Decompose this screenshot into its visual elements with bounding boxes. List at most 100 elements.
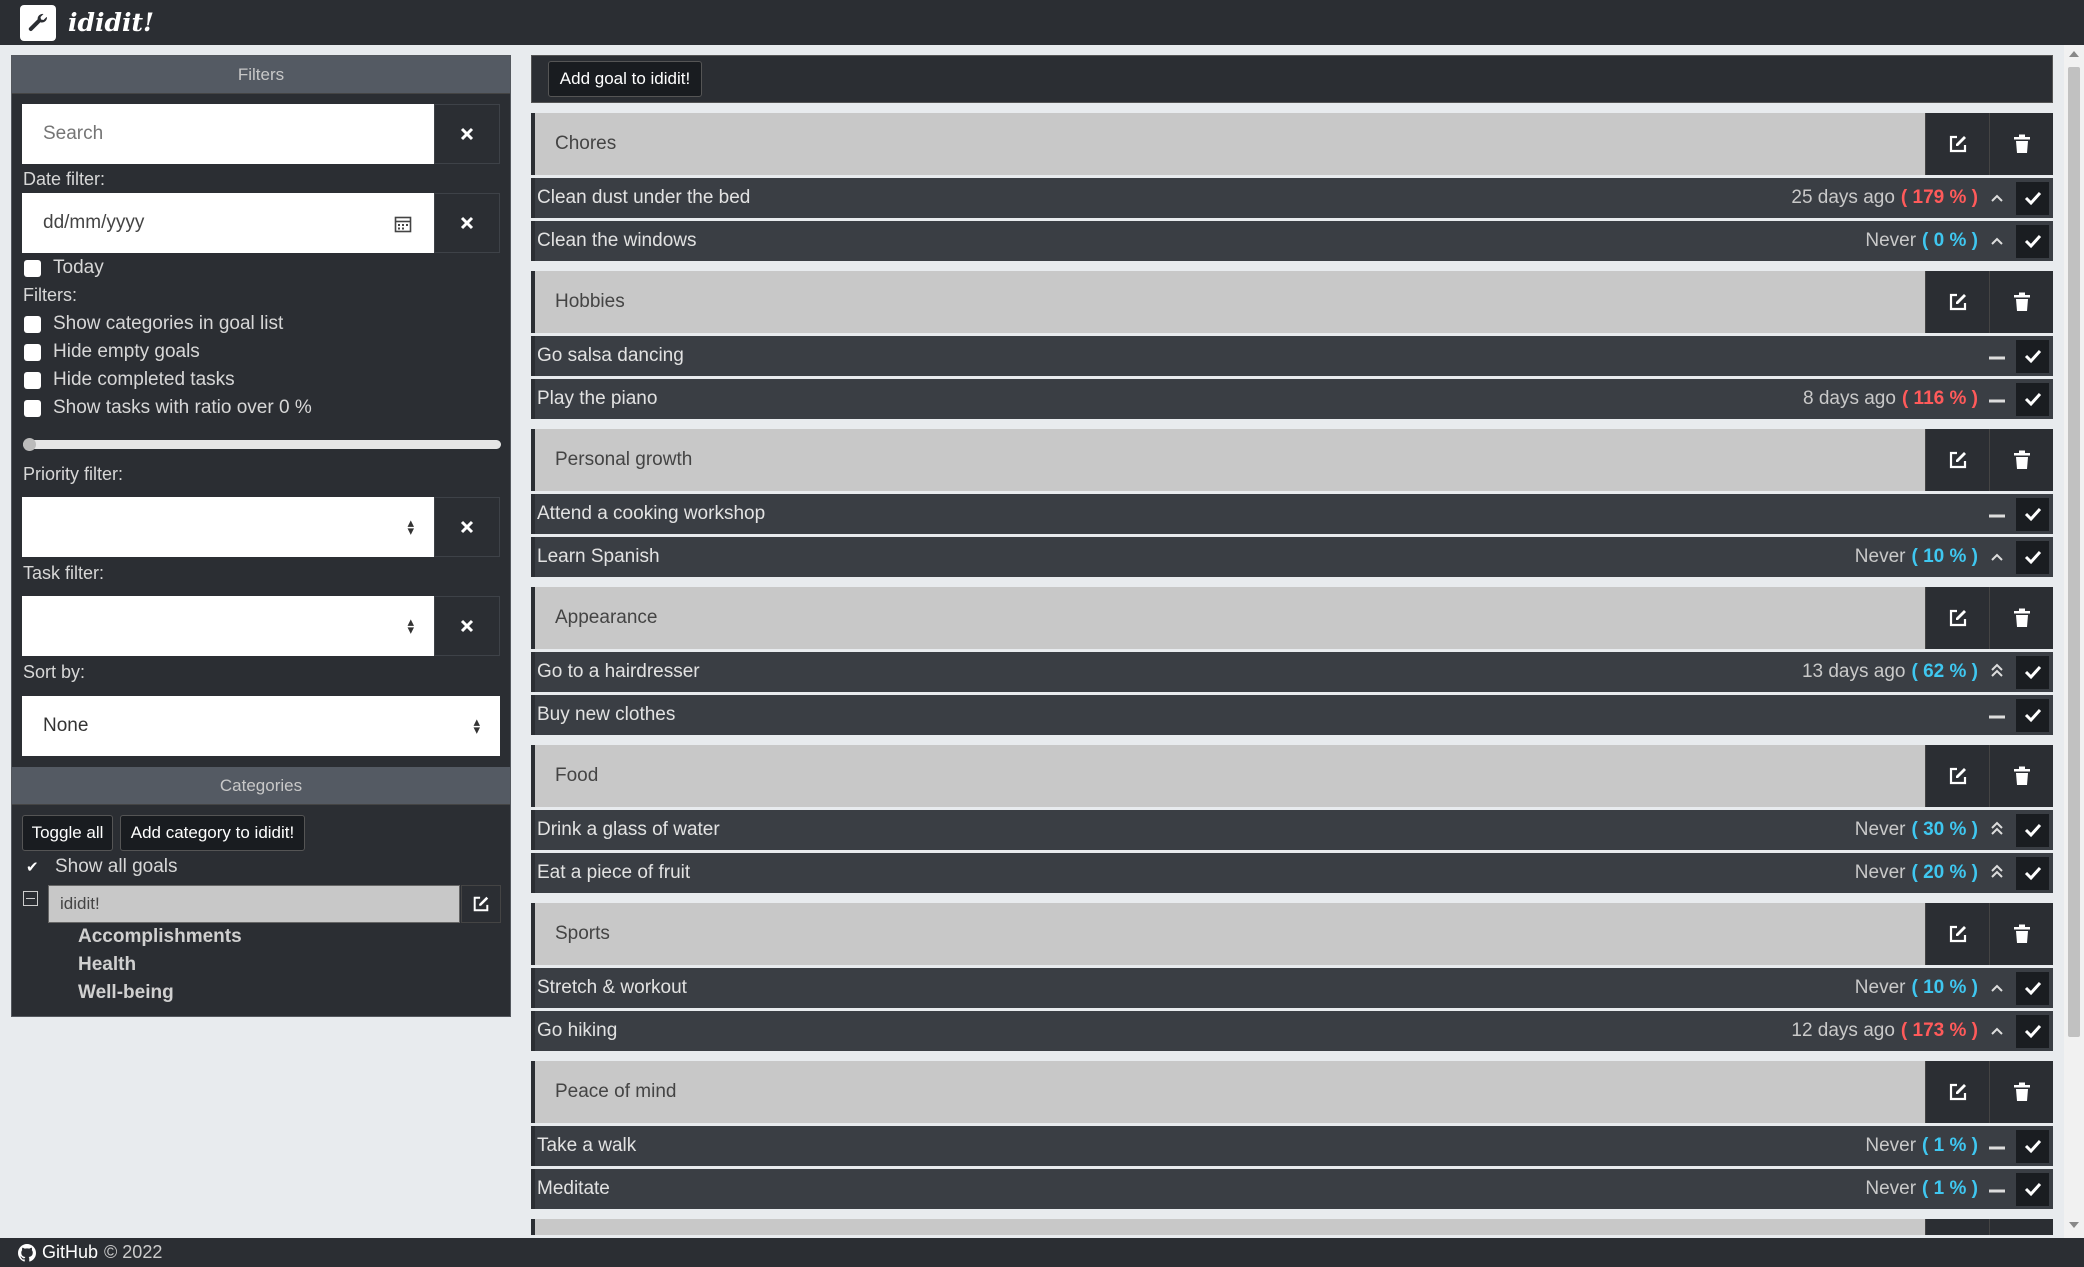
sort-row: None ▴ ▾ <box>22 696 500 756</box>
wrench-icon[interactable] <box>20 4 56 41</box>
delete-category-button[interactable] <box>1989 271 2053 333</box>
goal-name: Stretch & workout <box>537 977 687 998</box>
goal-row[interactable]: Learn Spanish Never( 10 % ) <box>531 537 2053 577</box>
edit-category-button[interactable] <box>1925 271 1989 333</box>
goal-row[interactable]: Go salsa dancing <box>531 336 2053 376</box>
sort-select[interactable]: None ▴ ▾ <box>22 696 500 756</box>
scroll-down-arrow[interactable] <box>2069 1222 2079 1228</box>
checkbox-box[interactable] <box>24 343 41 361</box>
edit-category-button[interactable] <box>1925 113 1989 175</box>
checkbox-box[interactable] <box>24 259 41 277</box>
filter-option-hide-empty[interactable]: Hide empty goals <box>24 341 200 363</box>
task-select[interactable]: ▴ ▾ <box>22 596 434 656</box>
ratio-slider[interactable] <box>23 438 501 451</box>
github-link[interactable]: GitHub <box>42 1242 98 1263</box>
mark-done-button[interactable] <box>2016 971 2049 1005</box>
edit-category-button[interactable] <box>1925 903 1989 965</box>
category-root-input[interactable]: ididit! <box>48 885 460 923</box>
delete-category-button[interactable] <box>1989 587 2053 649</box>
calendar-icon[interactable] <box>394 215 412 233</box>
category-header: Hobbies <box>531 271 2053 333</box>
category-item-accomplishments[interactable]: Accomplishments <box>78 926 242 948</box>
show-all-goals-label: Show all goals <box>55 856 178 877</box>
check-icon <box>2024 665 2041 680</box>
goal-row[interactable]: Drink a glass of water Never( 30 % ) <box>531 810 2053 850</box>
date-input[interactable]: dd/mm/yyyy <box>22 193 434 253</box>
footer: GitHub © 2022 <box>0 1238 2084 1267</box>
show-all-goals[interactable]: ✔ Show all goals <box>26 856 178 878</box>
delete-category-button[interactable] <box>1989 903 2053 965</box>
category-item-well-being[interactable]: Well-being <box>78 982 174 1004</box>
mark-done-button[interactable] <box>2016 339 2049 373</box>
delete-category-button[interactable] <box>1989 429 2053 491</box>
goal-row[interactable]: Eat a piece of fruit Never( 20 % ) <box>531 853 2053 893</box>
filter-option-hide-completed[interactable]: Hide completed tasks <box>24 369 235 391</box>
goal-row[interactable]: Attend a cooking workshop <box>531 494 2053 534</box>
delete-category-button[interactable] <box>1989 113 2053 175</box>
filter-option-show-categories[interactable]: Show categories in goal list <box>24 313 283 335</box>
goal-row[interactable]: Play the piano 8 days ago( 116 % ) <box>531 379 2053 419</box>
edit-category-button[interactable] <box>1925 587 1989 649</box>
add-category-button[interactable]: Add category to ididit! <box>120 815 305 851</box>
mark-done-button[interactable] <box>2016 1172 2049 1206</box>
clear-search-button[interactable] <box>434 104 500 164</box>
edit-category-button[interactable] <box>1925 745 1989 807</box>
mark-done-button[interactable] <box>2016 698 2049 732</box>
mark-done-button[interactable] <box>2016 224 2049 258</box>
checkbox-box[interactable] <box>24 399 41 417</box>
clear-priority-button[interactable] <box>434 497 500 557</box>
edit-category-button[interactable] <box>1925 1061 1989 1123</box>
scroll-up-arrow[interactable] <box>2069 51 2079 57</box>
goal-category: Hobbies Go salsa dancing Play the piano 8 d… <box>531 271 2053 419</box>
delete-category-button[interactable] <box>1989 1061 2053 1123</box>
goal-row[interactable]: Go hiking 12 days ago( 173 % ) <box>531 1011 2053 1051</box>
mark-done-button[interactable] <box>2016 540 2049 574</box>
goal-name: Go to a hairdresser <box>537 661 700 682</box>
goal-row[interactable]: Buy new clothes <box>531 695 2053 735</box>
ratio-slider-handle[interactable] <box>23 438 36 451</box>
clear-task-button[interactable] <box>434 596 500 656</box>
edit-category-button[interactable] <box>1925 1219 1989 1235</box>
filter-option-label: Hide empty goals <box>53 341 200 362</box>
github-icon[interactable] <box>18 1243 36 1262</box>
collapse-icon[interactable] <box>23 891 38 906</box>
goal-priority <box>1984 547 2010 567</box>
mark-done-button[interactable] <box>2016 856 2049 890</box>
checkbox-box[interactable] <box>24 315 41 333</box>
category-header: Chores <box>531 113 2053 175</box>
filters-header: Filters <box>12 56 510 94</box>
mark-done-button[interactable] <box>2016 655 2049 689</box>
mark-done-button[interactable] <box>2016 1129 2049 1163</box>
goal-row[interactable]: Go to a hairdresser 13 days ago( 62 % ) <box>531 652 2053 692</box>
today-checkbox[interactable]: Today <box>24 257 104 279</box>
goal-priority <box>1984 188 2010 208</box>
goal-row[interactable]: Take a walk Never( 1 % ) <box>531 1126 2053 1166</box>
mark-done-button[interactable] <box>2016 382 2049 416</box>
filter-option-label: Hide completed tasks <box>53 369 235 390</box>
checkbox-box[interactable] <box>24 371 41 389</box>
delete-category-button[interactable] <box>1989 745 2053 807</box>
search-input[interactable]: Search <box>22 104 434 164</box>
edit-category-button[interactable] <box>461 885 501 923</box>
goal-row[interactable]: Meditate Never( 1 % ) <box>531 1169 2053 1209</box>
delete-category-button[interactable] <box>1989 1219 2053 1235</box>
edit-category-button[interactable] <box>1925 429 1989 491</box>
mark-done-button[interactable] <box>2016 497 2049 531</box>
select-arrows-icon: ▴ ▾ <box>407 614 414 637</box>
page-scrollbar[interactable] <box>2064 45 2084 1238</box>
mark-done-button[interactable] <box>2016 813 2049 847</box>
mark-done-button[interactable] <box>2016 1014 2049 1048</box>
priority-select[interactable]: ▴ ▾ <box>22 497 434 557</box>
clear-date-button[interactable] <box>434 193 500 253</box>
goal-ratio: ( 10 % ) <box>1911 546 1978 567</box>
filter-option-ratio[interactable]: Show tasks with ratio over 0 % <box>24 397 312 419</box>
toggle-all-button[interactable]: Toggle all <box>22 815 113 851</box>
goal-row[interactable]: Clean dust under the bed 25 days ago( 179… <box>531 178 2053 218</box>
goal-row[interactable]: Clean the windows Never( 0 % ) <box>531 221 2053 261</box>
scroll-thumb[interactable] <box>2068 67 2080 1037</box>
category-item-health[interactable]: Health <box>78 954 136 976</box>
goal-row[interactable]: Stretch & workout Never( 10 % ) <box>531 968 2053 1008</box>
add-goal-button[interactable]: Add goal to ididit! <box>548 61 702 97</box>
mark-done-button[interactable] <box>2016 181 2049 215</box>
app-title[interactable]: ididit! <box>68 8 154 37</box>
